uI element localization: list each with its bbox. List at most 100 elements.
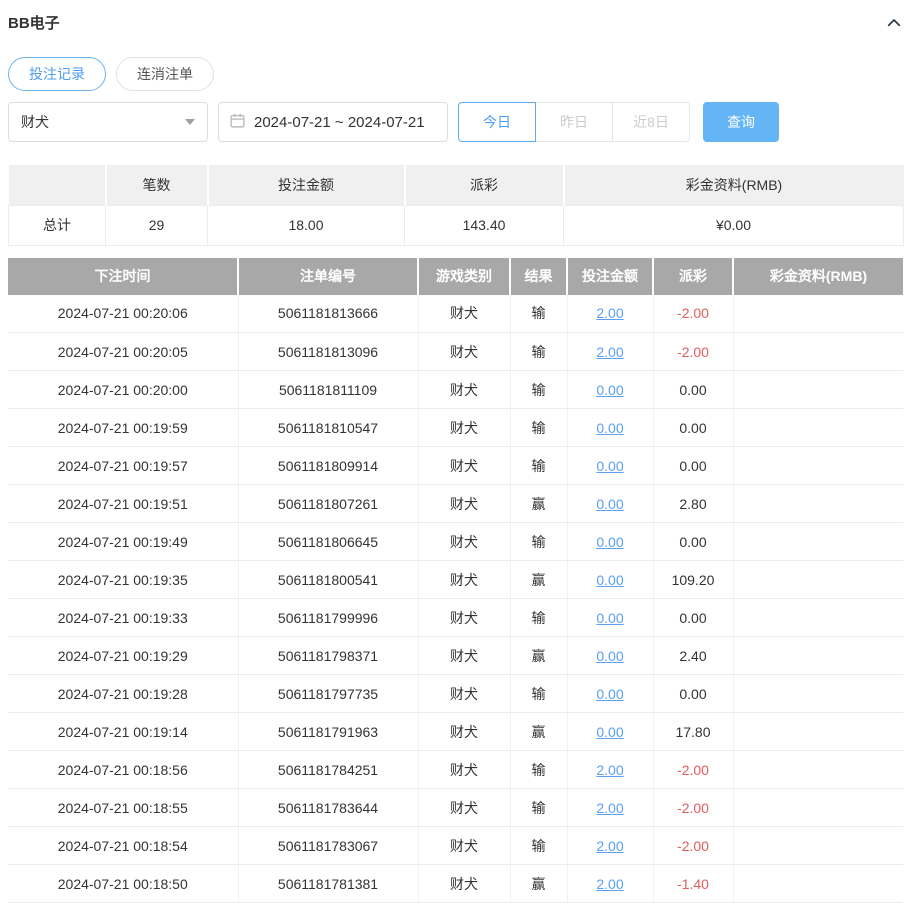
cell-game-type: 财犬 (418, 713, 510, 751)
cell-bonus (733, 751, 903, 789)
cell-payout: 0.00 (653, 523, 733, 561)
bet-amount-link[interactable]: 0.00 (596, 496, 623, 512)
summary-total-bonus: ¥0.00 (564, 205, 904, 245)
bet-amount-link[interactable]: 2.00 (596, 344, 623, 360)
bet-amount-link[interactable]: 2.00 (596, 838, 623, 854)
records-header-time: 下注时间 (8, 258, 238, 295)
bet-amount-link[interactable]: 2.00 (596, 762, 623, 778)
bet-amount-link[interactable]: 2.00 (596, 876, 623, 892)
cell-result: 赢 (510, 561, 567, 599)
search-button[interactable]: 查询 (703, 102, 779, 142)
cell-bet-time: 2024-07-21 00:19:59 (8, 409, 238, 447)
cell-bonus (733, 523, 903, 561)
record-tabs: 投注记录 连消注单 (8, 57, 903, 91)
cell-game-type: 财犬 (418, 675, 510, 713)
cell-payout: -1.40 (653, 865, 733, 903)
bet-amount-link[interactable]: 0.00 (596, 648, 623, 664)
cell-order-id: 5061181791963 (238, 713, 418, 751)
cell-payout: 0.00 (653, 675, 733, 713)
cell-bonus (733, 865, 903, 903)
cell-result: 输 (510, 447, 567, 485)
records-header-game-type: 游戏类别 (418, 258, 510, 295)
table-row: 2024-07-21 00:19:295061181798371财犬赢0.002… (8, 637, 903, 675)
tab-cancelled-orders[interactable]: 连消注单 (116, 57, 214, 91)
cell-bet-amount: 0.00 (567, 637, 653, 675)
cell-game-type: 财犬 (418, 865, 510, 903)
cell-bet-amount: 2.00 (567, 827, 653, 865)
summary-header-payout: 派彩 (405, 165, 564, 205)
bet-amount-link[interactable]: 0.00 (596, 458, 623, 474)
cell-bet-time: 2024-07-21 00:19:51 (8, 485, 238, 523)
cell-result: 输 (510, 333, 567, 371)
cell-bet-amount: 0.00 (567, 561, 653, 599)
cell-bonus (733, 447, 903, 485)
cell-payout: 0.00 (653, 409, 733, 447)
cell-game-type: 财犬 (418, 561, 510, 599)
bet-amount-link[interactable]: 2.00 (596, 305, 623, 321)
summary-total-count: 29 (106, 205, 208, 245)
cell-bet-amount: 0.00 (567, 409, 653, 447)
collapse-panel-button[interactable] (885, 14, 903, 32)
quick-button-today[interactable]: 今日 (458, 102, 536, 142)
cell-result: 输 (510, 827, 567, 865)
cell-payout: 109.20 (653, 561, 733, 599)
cell-bet-amount: 0.00 (567, 599, 653, 637)
cell-game-type: 财犬 (418, 485, 510, 523)
quick-button-yesterday[interactable]: 昨日 (535, 102, 613, 142)
cell-bet-time: 2024-07-21 00:20:06 (8, 295, 238, 333)
cell-game-type: 财犬 (418, 447, 510, 485)
records-header-row: 下注时间 注单编号 游戏类别 结果 投注金额 派彩 彩金资料(RMB) (8, 258, 903, 295)
cell-bet-time: 2024-07-21 00:19:29 (8, 637, 238, 675)
cell-bet-amount: 2.00 (567, 751, 653, 789)
records-header-order-id: 注单编号 (238, 258, 418, 295)
bet-amount-link[interactable]: 0.00 (596, 610, 623, 626)
cell-order-id: 5061181800541 (238, 561, 418, 599)
cell-order-id: 5061181807261 (238, 485, 418, 523)
cell-bonus (733, 561, 903, 599)
cell-order-id: 5061181784251 (238, 751, 418, 789)
summary-total-payout: 143.40 (405, 205, 564, 245)
table-row: 2024-07-21 00:18:555061181783644财犬输2.00-… (8, 789, 903, 827)
cell-order-id: 5061181783067 (238, 827, 418, 865)
bet-amount-link[interactable]: 0.00 (596, 534, 623, 550)
bet-amount-link[interactable]: 0.00 (596, 382, 623, 398)
table-row: 2024-07-21 00:19:285061181797735财犬输0.000… (8, 675, 903, 713)
cell-payout: -2.00 (653, 827, 733, 865)
game-select[interactable]: 财犬 (8, 102, 208, 142)
cell-bet-amount: 2.00 (567, 865, 653, 903)
records-table: 下注时间 注单编号 游戏类别 结果 投注金额 派彩 彩金资料(RMB) 2024… (8, 258, 903, 903)
cell-result: 输 (510, 371, 567, 409)
quick-button-last-8-days[interactable]: 近8日 (612, 102, 690, 142)
cell-bonus (733, 333, 903, 371)
bet-amount-link[interactable]: 0.00 (596, 572, 623, 588)
cell-payout: -2.00 (653, 789, 733, 827)
cell-game-type: 财犬 (418, 637, 510, 675)
cell-result: 赢 (510, 637, 567, 675)
bet-amount-link[interactable]: 2.00 (596, 800, 623, 816)
cell-bet-time: 2024-07-21 00:18:55 (8, 789, 238, 827)
date-range-input[interactable]: 2024-07-21 ~ 2024-07-21 (218, 102, 448, 142)
records-header-bonus: 彩金资料(RMB) (733, 258, 903, 295)
cell-result: 输 (510, 523, 567, 561)
table-row: 2024-07-21 00:19:595061181810547财犬输0.000… (8, 409, 903, 447)
bet-amount-link[interactable]: 0.00 (596, 420, 623, 436)
cell-order-id: 5061181813666 (238, 295, 418, 333)
page-title: BB电子 (8, 12, 60, 33)
cell-bet-amount: 0.00 (567, 371, 653, 409)
table-row: 2024-07-21 00:19:335061181799996财犬输0.000… (8, 599, 903, 637)
cell-game-type: 财犬 (418, 371, 510, 409)
cell-payout: 0.00 (653, 599, 733, 637)
cell-bet-amount: 0.00 (567, 485, 653, 523)
cell-game-type: 财犬 (418, 295, 510, 333)
cell-bet-amount: 0.00 (567, 523, 653, 561)
tab-betting-records[interactable]: 投注记录 (8, 57, 106, 91)
table-row: 2024-07-21 00:19:575061181809914财犬输0.000… (8, 447, 903, 485)
table-row: 2024-07-21 00:20:005061181811109财犬输0.000… (8, 371, 903, 409)
bet-amount-link[interactable]: 0.00 (596, 724, 623, 740)
cell-payout: 0.00 (653, 371, 733, 409)
summary-header-row: 笔数 投注金额 派彩 彩金资料(RMB) (9, 165, 904, 205)
cell-bet-time: 2024-07-21 00:19:14 (8, 713, 238, 751)
cell-bet-time: 2024-07-21 00:19:28 (8, 675, 238, 713)
bet-amount-link[interactable]: 0.00 (596, 686, 623, 702)
cell-game-type: 财犬 (418, 409, 510, 447)
